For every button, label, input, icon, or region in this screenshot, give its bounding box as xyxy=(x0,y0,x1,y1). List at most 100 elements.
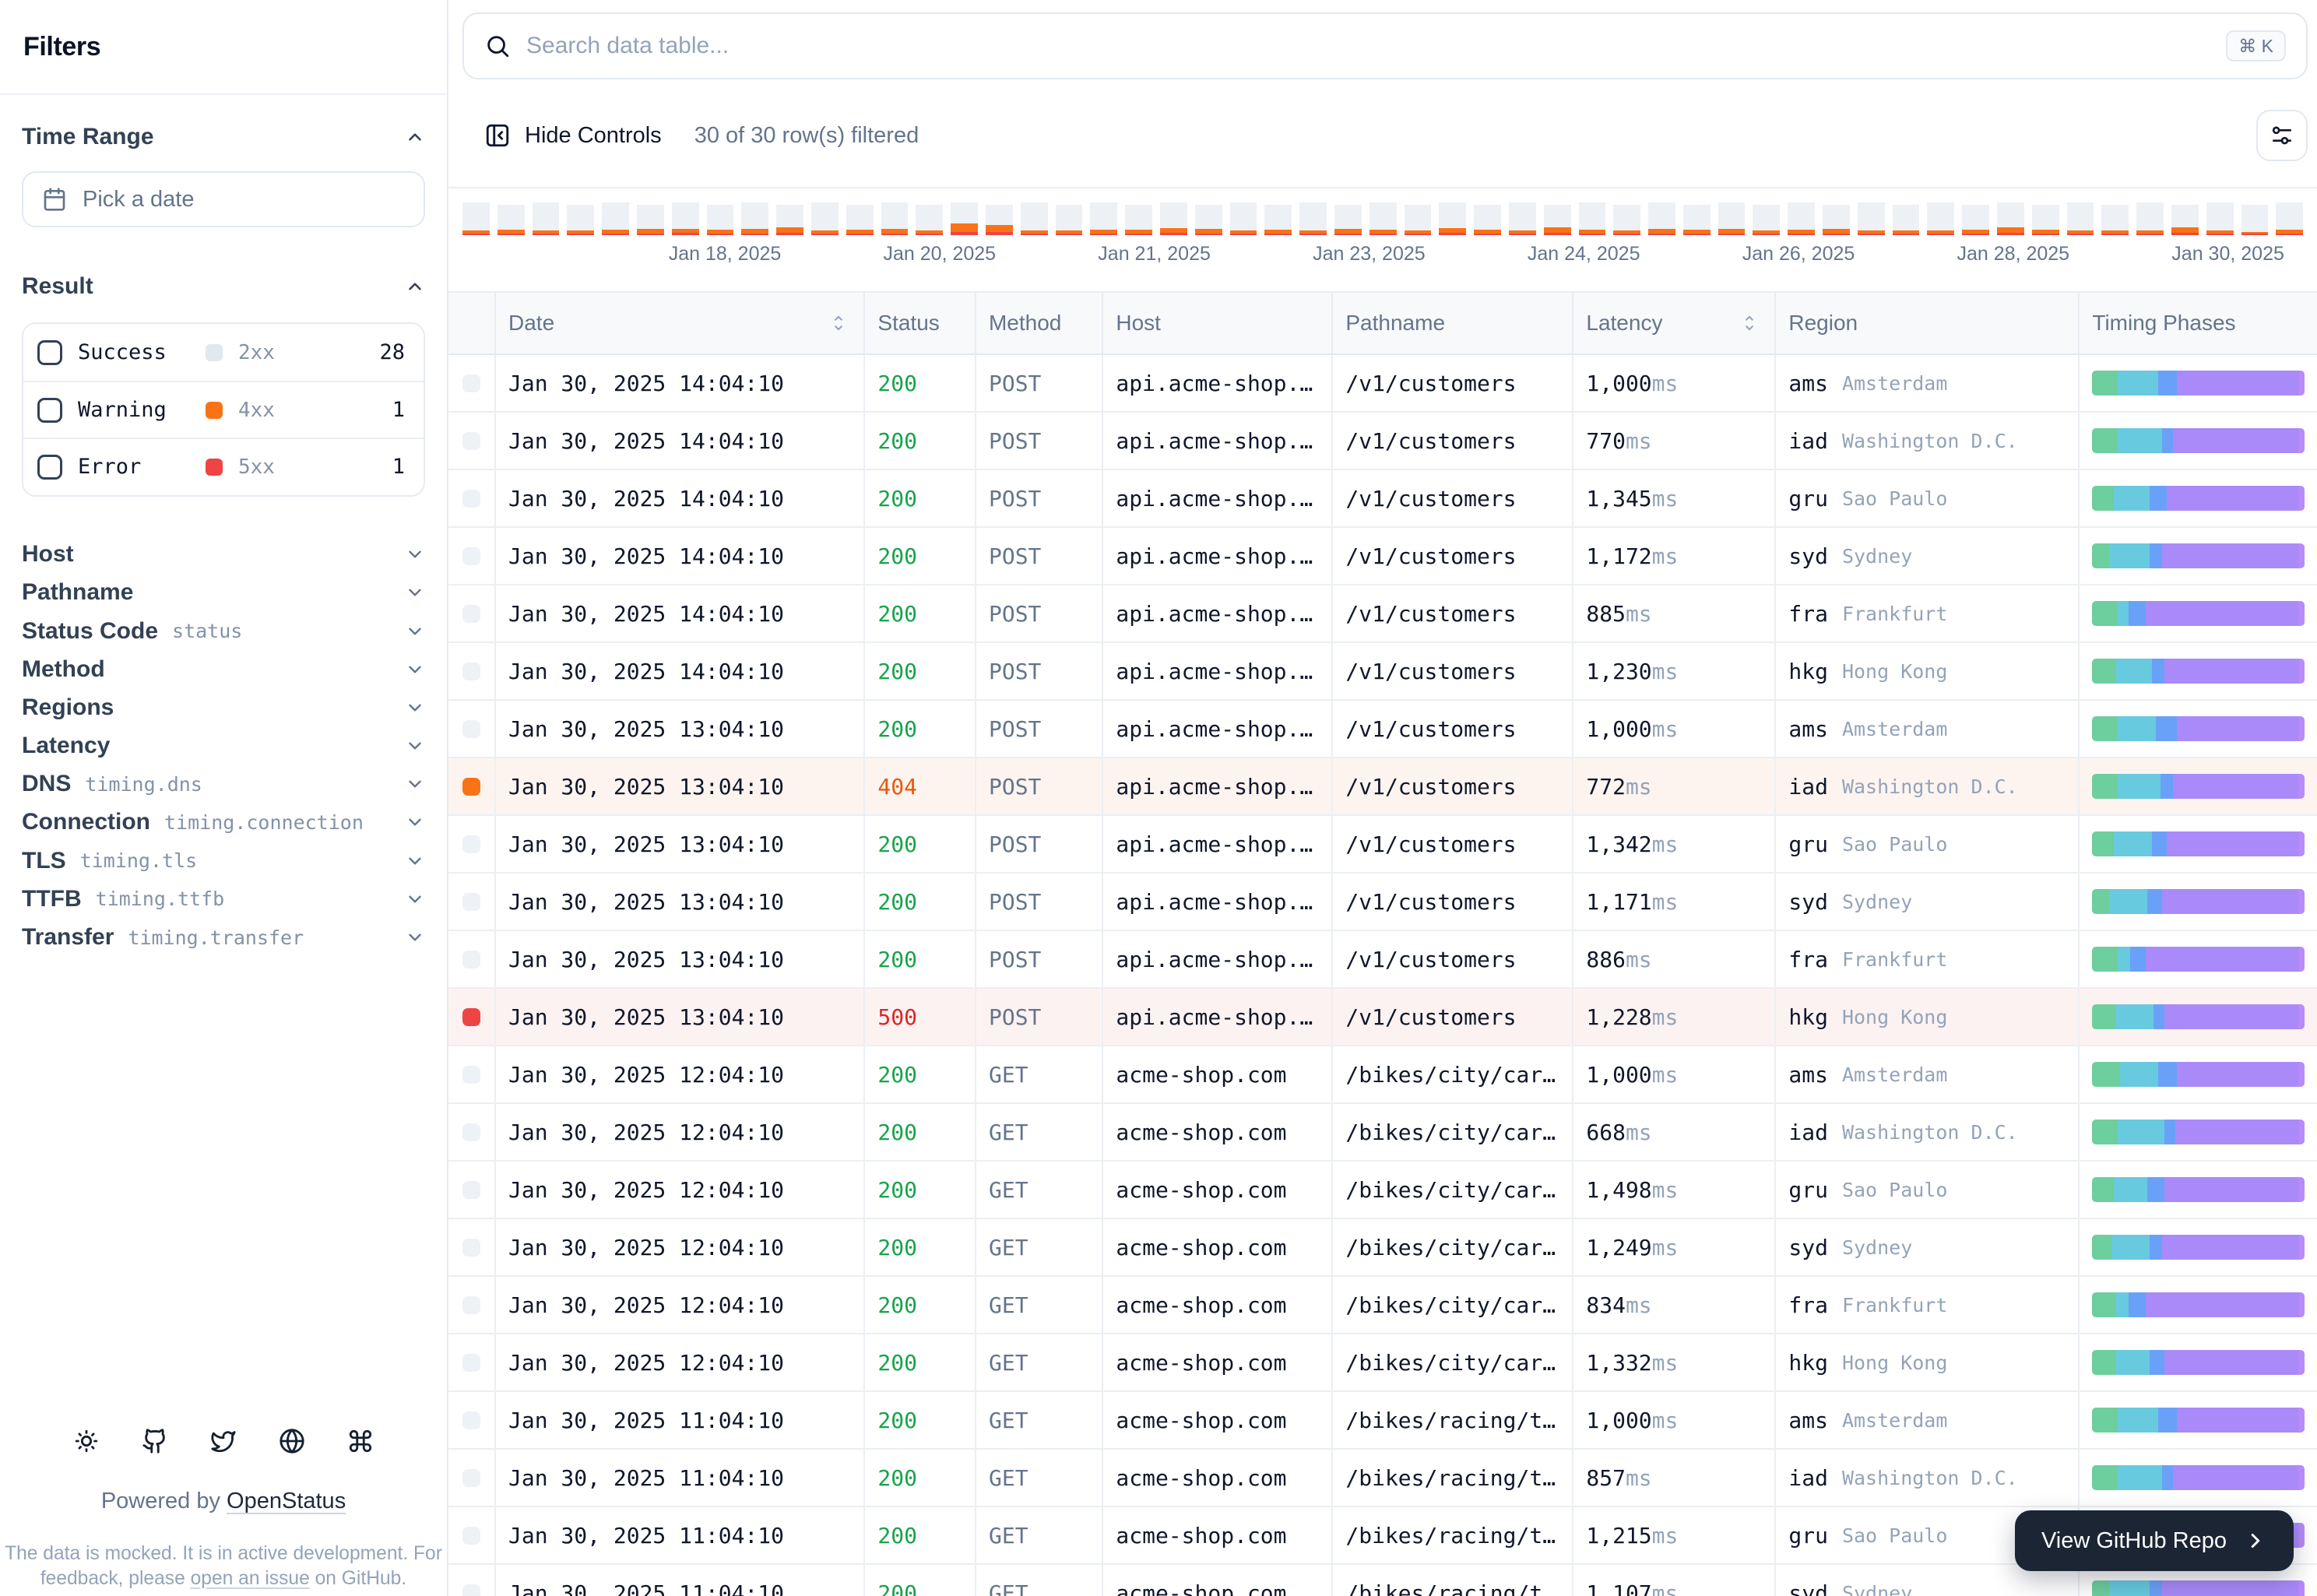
table-row[interactable]: Jan 30, 2025 14:04:10 200 POST api.acme-sho… xyxy=(448,355,2317,413)
openstatus-link[interactable]: OpenStatus xyxy=(227,1489,346,1513)
histogram-bar[interactable] xyxy=(881,202,909,235)
sun-icon[interactable] xyxy=(73,1428,100,1454)
filter-section-status-code[interactable]: Status Code status xyxy=(22,612,425,650)
filter-section-host[interactable]: Host xyxy=(22,536,425,574)
histogram-bar[interactable] xyxy=(1753,205,1781,235)
column-header-date[interactable]: Date xyxy=(496,293,866,353)
date-picker-button[interactable]: Pick a date xyxy=(22,171,425,227)
histogram-bar[interactable] xyxy=(916,205,944,235)
table-row[interactable]: Jan 30, 2025 14:04:10 200 POST api.acme-sho… xyxy=(448,470,2317,528)
table-row[interactable]: Jan 30, 2025 12:04:10 200 GET acme-shop.com… xyxy=(448,1277,2317,1334)
histogram-bar[interactable] xyxy=(1543,205,1571,235)
filter-section-tls[interactable]: TLS timing.tls xyxy=(22,842,425,880)
open-issue-link[interactable]: open an issue xyxy=(191,1568,310,1589)
table-row[interactable]: Jan 30, 2025 12:04:10 200 GET acme-shop.com… xyxy=(448,1046,2317,1104)
histogram-bar[interactable] xyxy=(741,202,769,235)
histogram-bar[interactable] xyxy=(2136,202,2164,235)
table-row[interactable]: Jan 30, 2025 11:04:10 200 GET acme-shop.com… xyxy=(448,1392,2317,1450)
histogram-bar[interactable] xyxy=(1927,202,1955,235)
histogram-bar[interactable] xyxy=(2241,205,2269,235)
command-icon[interactable] xyxy=(347,1428,374,1454)
histogram-bar[interactable] xyxy=(602,202,629,235)
histogram-bar[interactable] xyxy=(1648,202,1675,235)
histogram-bar[interactable] xyxy=(985,205,1013,235)
histogram-bar[interactable] xyxy=(951,202,978,235)
table-row[interactable]: Jan 30, 2025 13:04:10 200 POST api.acme-sho… xyxy=(448,874,2317,931)
histogram-bar[interactable] xyxy=(671,202,699,235)
sort-icon[interactable] xyxy=(828,312,849,334)
histogram-bar[interactable] xyxy=(1404,205,1432,235)
filter-section-connection[interactable]: Connection timing.connection xyxy=(22,803,425,842)
table-row[interactable]: Jan 30, 2025 12:04:10 200 GET acme-shop.com… xyxy=(448,1334,2317,1392)
time-range-section-header[interactable]: Time Range xyxy=(22,120,425,154)
histogram-bar[interactable] xyxy=(1474,205,1501,235)
result-option-error[interactable]: Error 5xx 1 xyxy=(23,438,424,495)
histogram-bar[interactable] xyxy=(1125,205,1152,235)
filter-section-ttfb[interactable]: TTFB timing.ttfb xyxy=(22,880,425,918)
histogram-bar[interactable] xyxy=(1718,202,1746,235)
table-row[interactable]: Jan 30, 2025 13:04:10 500 POST api.acme-sho… xyxy=(448,989,2317,1046)
histogram-bar[interactable] xyxy=(1997,202,2024,235)
result-option-warning[interactable]: Warning 4xx 1 xyxy=(23,381,424,438)
histogram-bar[interactable] xyxy=(1892,205,1920,235)
checkbox[interactable] xyxy=(37,397,62,423)
checkbox[interactable] xyxy=(37,454,62,480)
histogram-bar[interactable] xyxy=(1090,202,1118,235)
table-row[interactable]: Jan 30, 2025 14:04:10 200 POST api.acme-sho… xyxy=(448,585,2317,643)
filter-section-latency[interactable]: Latency xyxy=(22,727,425,765)
histogram-bar[interactable] xyxy=(1823,205,1850,235)
histogram-bar[interactable] xyxy=(1857,202,1885,235)
table-row[interactable]: Jan 30, 2025 13:04:10 404 POST api.acme-sho… xyxy=(448,758,2317,816)
twitter-icon[interactable] xyxy=(210,1428,237,1454)
table-row[interactable]: Jan 30, 2025 13:04:10 200 POST api.acme-sho… xyxy=(448,931,2317,989)
view-options-button[interactable] xyxy=(2256,110,2308,161)
histogram-bar[interactable] xyxy=(2101,205,2129,235)
histogram-bar[interactable] xyxy=(1020,202,1048,235)
histogram-bar[interactable] xyxy=(2031,205,2059,235)
histogram-bar[interactable] xyxy=(1578,202,1606,235)
checkbox[interactable] xyxy=(37,339,62,365)
histogram-bar[interactable] xyxy=(2171,205,2199,235)
table-row[interactable]: Jan 30, 2025 12:04:10 200 GET acme-shop.com… xyxy=(448,1104,2317,1162)
table-row[interactable]: Jan 30, 2025 12:04:10 200 GET acme-shop.com… xyxy=(448,1219,2317,1277)
filter-section-pathname[interactable]: Pathname xyxy=(22,574,425,612)
histogram-bar[interactable] xyxy=(1229,202,1257,235)
view-github-repo-button[interactable]: View GitHub Repo xyxy=(2014,1510,2294,1571)
table-row[interactable]: Jan 30, 2025 12:04:10 200 GET acme-shop.com… xyxy=(448,1162,2317,1219)
histogram-bar[interactable] xyxy=(462,202,490,235)
histogram-bar[interactable] xyxy=(497,205,525,235)
histogram-bar[interactable] xyxy=(1508,202,1536,235)
histogram-bar[interactable] xyxy=(1055,205,1083,235)
filter-section-transfer[interactable]: Transfer timing.transfer xyxy=(22,918,425,956)
histogram-bar[interactable] xyxy=(776,205,803,235)
histogram-bar[interactable] xyxy=(810,202,839,235)
histogram-bar[interactable] xyxy=(1299,202,1327,235)
histogram-bar[interactable] xyxy=(1439,202,1467,235)
histogram-bar[interactable] xyxy=(567,205,595,235)
histogram-bar[interactable] xyxy=(532,202,560,235)
search-bar[interactable]: Search data table... ⌘ K xyxy=(462,12,2308,79)
table-row[interactable]: Jan 30, 2025 13:04:10 200 POST api.acme-sho… xyxy=(448,701,2317,758)
histogram-bar[interactable] xyxy=(1962,205,1990,235)
histogram-bar[interactable] xyxy=(2276,202,2304,235)
histogram-bar[interactable] xyxy=(636,205,664,235)
histogram-bar[interactable] xyxy=(1369,202,1397,235)
filter-section-regions[interactable]: Regions xyxy=(22,688,425,726)
histogram-bar[interactable] xyxy=(846,205,874,235)
histogram-bar[interactable] xyxy=(1334,205,1362,235)
histogram-bar[interactable] xyxy=(2206,202,2234,235)
filter-section-dns[interactable]: DNS timing.dns xyxy=(22,765,425,803)
histogram-bar[interactable] xyxy=(706,205,734,235)
table-row[interactable]: Jan 30, 2025 14:04:10 200 POST api.acme-sho… xyxy=(448,413,2317,470)
column-header-latency[interactable]: Latency xyxy=(1573,293,1777,353)
table-row[interactable]: Jan 30, 2025 13:04:10 200 POST api.acme-sho… xyxy=(448,816,2317,874)
hide-controls-button[interactable]: Hide Controls xyxy=(462,122,662,149)
histogram-bar[interactable] xyxy=(1264,205,1292,235)
result-section-header[interactable]: Result xyxy=(22,269,425,304)
globe-icon[interactable] xyxy=(279,1428,305,1454)
sort-icon[interactable] xyxy=(1739,312,1760,334)
github-icon[interactable] xyxy=(142,1428,168,1454)
result-option-success[interactable]: Success 2xx 28 xyxy=(23,324,424,381)
filter-section-method[interactable]: Method xyxy=(22,650,425,688)
histogram-bar[interactable] xyxy=(1788,202,1816,235)
